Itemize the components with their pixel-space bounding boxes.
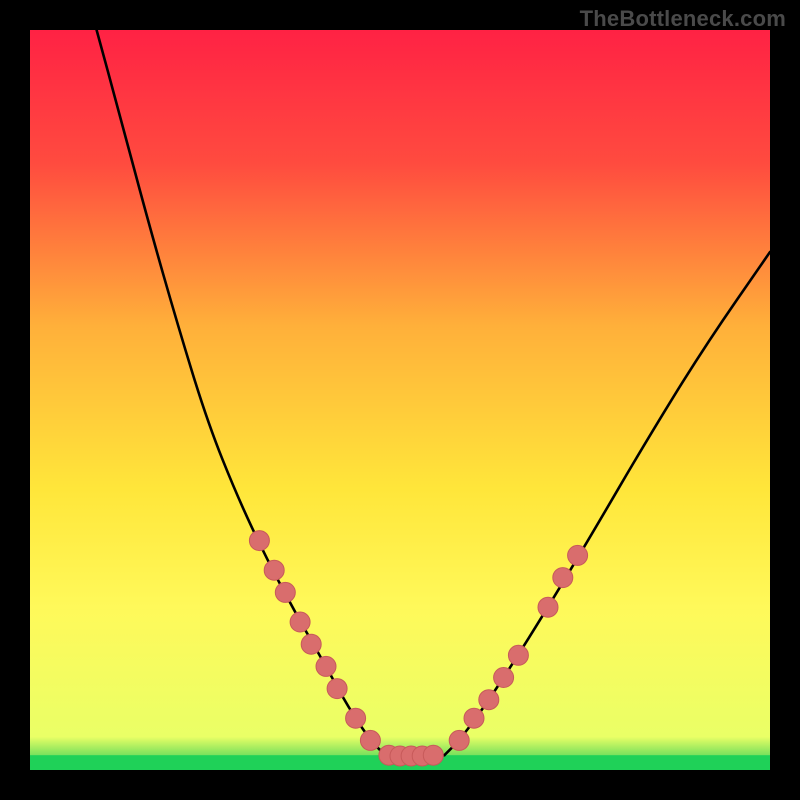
marker-point	[553, 568, 573, 588]
marker-point	[494, 668, 514, 688]
marker-point	[568, 545, 588, 565]
marker-point	[423, 745, 443, 765]
marker-point	[249, 531, 269, 551]
marker-point	[538, 597, 558, 617]
marker-point	[346, 708, 366, 728]
marker-point	[464, 708, 484, 728]
app-frame: TheBottleneck.com	[0, 0, 800, 800]
marker-point	[327, 679, 347, 699]
bottleneck-chart	[30, 30, 770, 770]
watermark-text: TheBottleneck.com	[580, 6, 786, 32]
marker-point	[290, 612, 310, 632]
marker-point	[316, 656, 336, 676]
marker-point	[479, 690, 499, 710]
marker-point	[508, 645, 528, 665]
marker-point	[360, 730, 380, 750]
marker-point	[301, 634, 321, 654]
marker-point	[449, 730, 469, 750]
marker-point	[275, 582, 295, 602]
gradient-background	[30, 30, 770, 770]
marker-point	[264, 560, 284, 580]
